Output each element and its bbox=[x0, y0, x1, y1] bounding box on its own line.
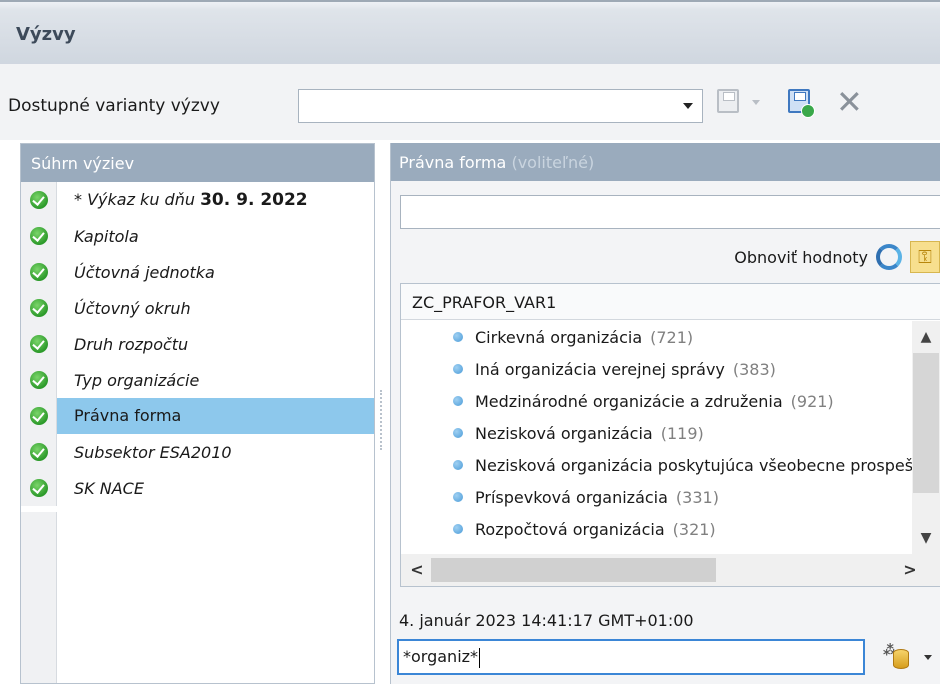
find-dropdown-icon[interactable] bbox=[924, 655, 932, 660]
list-column-header: ZC_PRAFOR_VAR1 bbox=[401, 284, 940, 320]
find-values-icon[interactable]: ⁂ bbox=[883, 643, 917, 671]
summary-item-sk-nace[interactable]: SK NACE bbox=[21, 470, 374, 506]
list-item[interactable]: Iná organizácia verejnej správy (383) bbox=[401, 353, 914, 385]
list-item-label: Iná organizácia verejnej správy bbox=[475, 359, 725, 379]
summary-header: Súhrn výziev bbox=[21, 144, 374, 182]
bullet-icon bbox=[453, 460, 463, 470]
key-icon[interactable]: ⚿ bbox=[910, 241, 940, 273]
check-icon bbox=[29, 443, 48, 461]
summary-item-uctovna-jednotka[interactable]: Účtovná jednotka bbox=[21, 254, 374, 290]
check-icon bbox=[29, 371, 48, 389]
check-icon bbox=[29, 191, 48, 209]
optional-hint: (voliteľné) bbox=[511, 153, 595, 172]
check-icon bbox=[29, 227, 48, 245]
summary-item-label: Účtovná jednotka bbox=[74, 262, 215, 282]
summary-list: * Výkaz ku dňu 30. 9. 2022 Kapitola Účto… bbox=[21, 182, 374, 506]
vertical-scrollbar[interactable]: ▲ ▼ bbox=[912, 321, 940, 554]
detail-title: Právna forma bbox=[399, 153, 507, 172]
check-icon bbox=[29, 407, 48, 425]
bullet-icon bbox=[453, 332, 463, 342]
list-item[interactable]: Nezisková organizácia poskytujúca všeobe… bbox=[401, 449, 914, 481]
save-icon[interactable] bbox=[717, 89, 739, 113]
summary-item-label: Typ organizácie bbox=[74, 370, 200, 390]
bullet-icon bbox=[453, 492, 463, 502]
list-item[interactable]: Nezisková organizácia (119) bbox=[401, 417, 914, 449]
panel-splitter[interactable] bbox=[380, 390, 383, 450]
summary-item-date[interactable]: * Výkaz ku dňu 30. 9. 2022 bbox=[21, 182, 374, 218]
scroll-left-icon[interactable]: < bbox=[403, 554, 431, 586]
list-item[interactable]: Príspevková organizácia (331) bbox=[401, 481, 914, 513]
bullet-icon bbox=[453, 428, 463, 438]
scroll-up-icon[interactable]: ▲ bbox=[912, 323, 940, 351]
horizontal-scrollbar[interactable]: < > bbox=[401, 554, 940, 586]
chevron-down-icon[interactable] bbox=[683, 103, 693, 109]
summary-item-label: SK NACE bbox=[74, 478, 144, 498]
value-filter-input[interactable] bbox=[400, 195, 940, 229]
list-item-label: Medzinárodné organizácie a združenia bbox=[475, 391, 783, 411]
bullet-icon bbox=[453, 364, 463, 374]
summary-item-label: Právna forma bbox=[57, 398, 374, 434]
report-date: 30. 9. 2022 bbox=[200, 190, 308, 210]
summary-item-label: Kapitola bbox=[74, 226, 139, 246]
list-item-label: Rozpočtová organizácia bbox=[475, 519, 665, 539]
summary-item-label: Druh rozpočtu bbox=[74, 334, 189, 354]
list-item-count: (331) bbox=[675, 487, 719, 507]
summary-item-label: * Výkaz ku dňu bbox=[74, 190, 195, 209]
summary-item-druh-rozpoctu[interactable]: Druh rozpočtu bbox=[21, 326, 374, 362]
save-as-icon[interactable] bbox=[788, 89, 815, 118]
check-icon bbox=[29, 479, 48, 497]
detail-header: Právna forma (voliteľné) bbox=[391, 143, 940, 181]
window-titlebar: Výzvy bbox=[0, 0, 940, 64]
list-item-label: Nezisková organizácia bbox=[475, 423, 653, 443]
variant-select[interactable] bbox=[298, 89, 703, 123]
list-item-count: (921) bbox=[790, 391, 834, 411]
list-item-count: (119) bbox=[660, 423, 704, 443]
summary-gutter bbox=[21, 512, 57, 683]
bullet-icon bbox=[453, 524, 463, 534]
list-item-label: Cirkevná organizácia bbox=[475, 327, 643, 347]
summary-item-kapitola[interactable]: Kapitola bbox=[21, 218, 374, 254]
list-item[interactable]: Medzinárodné organizácie a združenia (921… bbox=[401, 385, 914, 417]
summary-item-label: Účtovný okruh bbox=[74, 298, 191, 318]
summary-item-label: Subsektor ESA2010 bbox=[74, 442, 232, 462]
values-list: ZC_PRAFOR_VAR1 Cirkevná organizácia (721)… bbox=[400, 283, 940, 587]
scroll-thumb[interactable] bbox=[913, 353, 939, 493]
check-icon bbox=[29, 299, 48, 317]
summary-item-typ-organizacie[interactable]: Typ organizácie bbox=[21, 362, 374, 398]
list-item-count: (383) bbox=[732, 359, 776, 379]
variants-label: Dostupné varianty výzvy bbox=[8, 96, 220, 116]
list-items: Cirkevná organizácia (721) Iná organizáci… bbox=[401, 321, 914, 554]
refresh-row: Obnoviť hodnoty ⚿ bbox=[734, 241, 940, 273]
summary-item-subsektor[interactable]: Subsektor ESA2010 bbox=[21, 434, 374, 470]
delete-icon[interactable]: ✕ bbox=[836, 86, 863, 118]
search-input[interactable]: *organiz* bbox=[397, 639, 865, 675]
detail-panel: Právna forma (voliteľné) Obnoviť hodnoty… bbox=[390, 143, 940, 684]
list-item-count: (321) bbox=[672, 519, 716, 539]
list-item-label: Príspevková organizácia bbox=[475, 487, 668, 507]
window-title: Výzvy bbox=[16, 24, 76, 45]
summary-item-pravna-forma[interactable]: Právna forma bbox=[21, 398, 374, 434]
save-dropdown-icon[interactable] bbox=[752, 100, 760, 105]
check-icon bbox=[29, 263, 48, 281]
list-item-label: Nezisková organizácia poskytujúca všeobe… bbox=[475, 455, 914, 475]
scroll-thumb[interactable] bbox=[431, 558, 716, 582]
scroll-right-icon[interactable]: > bbox=[896, 554, 924, 586]
bullet-icon bbox=[453, 396, 463, 406]
summary-item-uctovny-okruh[interactable]: Účtovný okruh bbox=[21, 290, 374, 326]
refresh-timestamp: 4. január 2023 14:41:17 GMT+01:00 bbox=[399, 611, 694, 630]
refresh-label: Obnoviť hodnoty bbox=[734, 247, 868, 267]
check-icon bbox=[29, 335, 48, 353]
list-item[interactable]: Cirkevná organizácia (721) bbox=[401, 321, 914, 353]
list-item-count: (721) bbox=[650, 327, 694, 347]
list-item[interactable]: Rozpočtová organizácia (321) bbox=[401, 513, 914, 545]
summary-panel: Súhrn výziev * Výkaz ku dňu 30. 9. 2022 … bbox=[20, 143, 375, 684]
refresh-icon[interactable] bbox=[876, 244, 902, 270]
scroll-down-icon[interactable]: ▼ bbox=[912, 524, 940, 552]
